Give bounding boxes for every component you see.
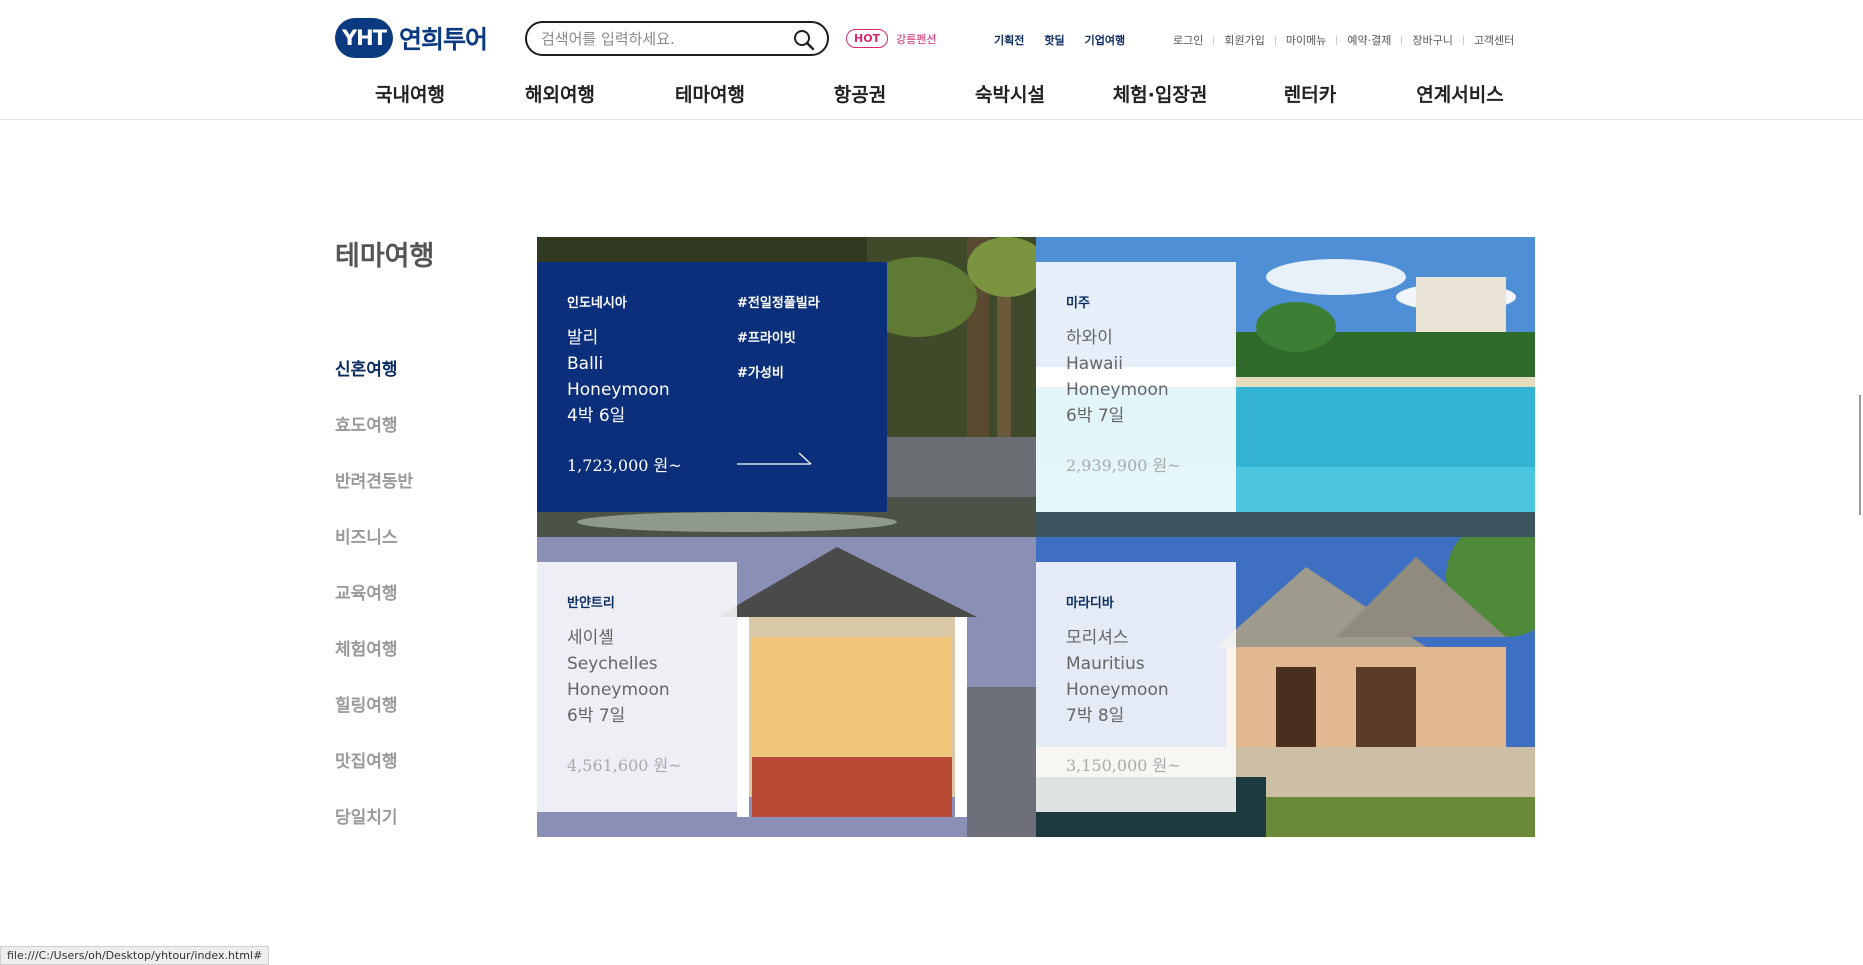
card-tags: #전일정풀빌라 #프라이빗 #가성비 xyxy=(737,292,820,397)
quick-link-corporate[interactable]: 기업여행 xyxy=(1085,32,1125,48)
card-duration: 4박 6일 xyxy=(567,406,626,426)
quick-link-exhibition[interactable]: 기획전 xyxy=(994,32,1024,48)
nav-activity[interactable]: 체험·입장권 xyxy=(1085,80,1235,107)
card-price: 3,150,000 원~ xyxy=(1066,756,1181,775)
card-name-en: Mauritius xyxy=(1066,654,1145,674)
card-name-ko: 하와이 xyxy=(1066,328,1113,348)
nav-rentcar[interactable]: 렌터카 xyxy=(1235,80,1385,107)
hot-keyword[interactable]: HOT 강릉펜션 xyxy=(846,29,937,48)
card-type: Honeymoon xyxy=(1066,680,1169,700)
nav-theme[interactable]: 테마여행 xyxy=(635,80,785,107)
seychelles-card-panel: 반얀트리 세이셸 Seychelles Honeymoon 6박 7일 4,56… xyxy=(537,562,737,812)
site-logo[interactable]: YHT 연희투어 xyxy=(335,18,488,58)
arrow-right-icon[interactable] xyxy=(737,452,813,466)
hot-badge: HOT xyxy=(846,29,889,48)
side-item-honeymoon[interactable]: 신혼여행 xyxy=(335,355,413,411)
card-type: Honeymoon xyxy=(1066,380,1169,400)
reservation-link[interactable]: 예약·결제 xyxy=(1347,32,1391,48)
card-tag: #전일정풀빌라 xyxy=(737,296,820,311)
card-duration: 6박 7일 xyxy=(1066,406,1125,426)
tour-card-bali[interactable]: 인도네시아 발리 Balli Honeymoon 4박 6일 #전일정풀빌라 #… xyxy=(537,237,1036,537)
side-item-pet[interactable]: 반려견동반 xyxy=(335,467,413,523)
nav-domestic[interactable]: 국내여행 xyxy=(335,80,485,107)
scroll-edge-indicator xyxy=(1859,395,1861,515)
card-name-ko: 세이셸 xyxy=(567,628,614,648)
hot-keyword-text: 강릉펜션 xyxy=(896,32,937,46)
card-region: 마라디바 xyxy=(1066,596,1114,611)
side-item-healing[interactable]: 힐링여행 xyxy=(335,691,413,747)
site-header: YHT 연희투어 HOT 강릉펜션 기획전 핫딜 기업여행 로그인 회원가입 마… xyxy=(0,0,1863,120)
signup-link[interactable]: 회원가입 xyxy=(1224,32,1264,48)
side-item-daytrip[interactable]: 당일치기 xyxy=(335,803,413,859)
logo-text: 연희투어 xyxy=(399,25,488,54)
quick-links: 기획전 핫딜 기업여행 xyxy=(994,32,1125,48)
search-icon[interactable] xyxy=(793,29,815,51)
search-input[interactable] xyxy=(541,29,781,48)
card-name-en: Seychelles xyxy=(567,654,658,674)
nav-services[interactable]: 연계서비스 xyxy=(1385,80,1535,107)
card-duration: 6박 7일 xyxy=(567,706,626,726)
login-link[interactable]: 로그인 xyxy=(1173,32,1203,48)
card-region: 반얀트리 xyxy=(567,596,615,611)
main-nav: 국내여행 해외여행 테마여행 항공권 숙박시설 체험·입장권 렌터카 연계서비스 xyxy=(335,80,1535,107)
theme-card-grid: 인도네시아 발리 Balli Honeymoon 4박 6일 #전일정풀빌라 #… xyxy=(537,237,1535,837)
browser-status-bar: file:///C:/Users/oh/Desktop/yhtour/index… xyxy=(0,946,270,965)
side-item-filial[interactable]: 효도여행 xyxy=(335,411,413,467)
divider xyxy=(1274,35,1276,45)
divider xyxy=(1213,35,1215,45)
card-duration: 7박 8일 xyxy=(1066,706,1125,726)
hawaii-card-panel: 미주 하와이 Hawaii Honeymoon 6박 7일 2,939,900 … xyxy=(1036,262,1236,512)
side-item-food[interactable]: 맛집여행 xyxy=(335,747,413,803)
card-price: 2,939,900 원~ xyxy=(1066,456,1181,475)
card-price: 1,723,000 원~ xyxy=(567,456,682,475)
card-tag: #프라이빗 xyxy=(737,331,796,346)
side-item-education[interactable]: 교육여행 xyxy=(335,579,413,635)
nav-lodging[interactable]: 숙박시설 xyxy=(935,80,1085,107)
bali-card-panel: 인도네시아 발리 Balli Honeymoon 4박 6일 #전일정풀빌라 #… xyxy=(537,262,887,512)
utility-links: 로그인 회원가입 마이메뉴 예약·결제 장바구니 고객센터 xyxy=(1173,32,1514,48)
side-item-experience[interactable]: 체험여행 xyxy=(335,635,413,691)
side-item-business[interactable]: 비즈니스 xyxy=(335,523,413,579)
divider xyxy=(1462,35,1464,45)
logo-badge: YHT xyxy=(335,18,393,58)
mymenu-link[interactable]: 마이메뉴 xyxy=(1286,32,1326,48)
tour-card-mauritius[interactable]: 마라디바 모리셔스 Mauritius Honeymoon 7박 8일 3,15… xyxy=(1036,537,1535,837)
card-tag: #가성비 xyxy=(737,366,784,381)
divider xyxy=(1336,35,1338,45)
customer-center-link[interactable]: 고객센터 xyxy=(1474,32,1514,48)
theme-side-menu: 신혼여행 효도여행 반려견동반 비즈니스 교육여행 체험여행 힐링여행 맛집여행… xyxy=(335,355,413,859)
quick-link-hotdeal[interactable]: 핫딜 xyxy=(1044,32,1064,48)
tour-card-hawaii[interactable]: 미주 하와이 Hawaii Honeymoon 6박 7일 2,939,900 … xyxy=(1036,237,1535,537)
card-name-en: Hawaii xyxy=(1066,354,1123,374)
card-name-ko: 모리셔스 xyxy=(1066,628,1129,648)
card-region: 미주 xyxy=(1066,296,1090,311)
card-type: Honeymoon xyxy=(567,680,670,700)
nav-overseas[interactable]: 해외여행 xyxy=(485,80,635,107)
mauritius-card-panel: 마라디바 모리셔스 Mauritius Honeymoon 7박 8일 3,15… xyxy=(1036,562,1236,812)
section-title: 테마여행 xyxy=(335,241,435,272)
nav-flight[interactable]: 항공권 xyxy=(785,80,935,107)
tour-card-seychelles[interactable]: 반얀트리 세이셸 Seychelles Honeymoon 6박 7일 4,56… xyxy=(537,537,1036,837)
search-box xyxy=(525,21,829,56)
card-price: 4,561,600 원~ xyxy=(567,756,682,775)
divider xyxy=(1401,35,1403,45)
cart-link[interactable]: 장바구니 xyxy=(1412,32,1452,48)
